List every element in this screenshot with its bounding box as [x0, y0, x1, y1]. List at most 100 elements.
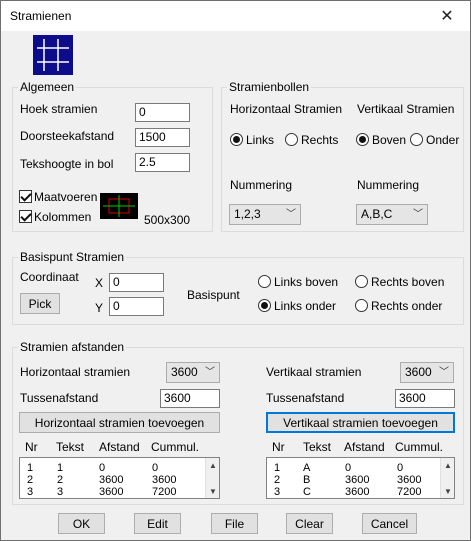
hor-stramien-value: 3600 — [171, 365, 198, 379]
table-row[interactable]: 3 C 3600 7200 — [267, 486, 441, 498]
cell-tekst: 1 — [57, 462, 64, 474]
cell-afstand: 3600 — [99, 474, 124, 486]
y-input[interactable]: 0 — [109, 297, 164, 316]
vert-col-afstand: Afstand — [344, 440, 385, 454]
boven-radio-label: Boven — [372, 133, 407, 147]
cell-tekst: 2 — [57, 474, 64, 486]
afstanden-title: Stramien afstanden — [18, 340, 127, 354]
scroll-up-icon[interactable]: ▲ — [206, 459, 219, 471]
cell-cummul: 0 — [152, 462, 159, 474]
close-button[interactable]: ✕ — [424, 1, 470, 31]
hor-tussen-label: Tussenafstand — [20, 391, 99, 405]
links-boven-label: Links boven — [274, 275, 339, 289]
scroll-down-icon[interactable]: ▼ — [206, 485, 219, 497]
links-onder-label: Links onder — [274, 299, 337, 313]
stramienbollen-title: Stramienbollen — [227, 80, 312, 94]
cell-cummul: 7200 — [397, 486, 422, 498]
chevron-down-icon: ﹀ — [205, 367, 215, 378]
cell-nr: 3 — [27, 486, 34, 498]
hor-tussen-input[interactable]: 3600 — [160, 389, 220, 408]
cell-nr: 1 — [274, 462, 281, 474]
chevron-down-icon: ﹀ — [413, 209, 423, 220]
rechts-boven-radio[interactable] — [355, 275, 368, 288]
vert-stramien-select[interactable]: 3600 ﹀ — [400, 362, 454, 383]
vert-col-nr: Nr — [272, 440, 285, 454]
cell-cummul: 3600 — [397, 474, 422, 486]
cell-cummul: 7200 — [152, 486, 177, 498]
vert-add-button[interactable]: Vertikaal stramien toevoegen — [266, 412, 455, 433]
title-bar: Stramienen ✕ — [1, 1, 470, 31]
hor-stramien-select[interactable]: 3600 ﹀ — [166, 362, 220, 383]
table-row[interactable]: 1 1 0 0 — [20, 462, 206, 474]
doorsteek-input[interactable]: 1500 — [135, 128, 190, 147]
chevron-down-icon: ﹀ — [286, 209, 296, 220]
kolommen-checkbox[interactable] — [19, 210, 32, 223]
rechts-boven-label: Rechts boven — [371, 275, 445, 289]
links-radio-label: Links — [246, 133, 275, 147]
basispunt-label: Basispunt — [187, 288, 240, 302]
scroll-up-icon[interactable]: ▲ — [441, 459, 454, 471]
scroll-down-icon[interactable]: ▼ — [441, 485, 454, 497]
edit-button[interactable]: Edit — [134, 513, 181, 534]
nummering-v-label: Nummering — [357, 178, 420, 192]
nummering-v-value: A,B,C — [361, 207, 393, 221]
maatvoeren-checkbox[interactable] — [19, 190, 32, 203]
coordinaat-label: Coordinaat — [20, 270, 79, 284]
nummering-h-value: 1,2,3 — [234, 207, 261, 221]
x-label: X — [95, 276, 104, 290]
rechts-onder-label: Rechts onder — [371, 299, 443, 313]
links-radio[interactable] — [230, 133, 243, 146]
file-button[interactable]: File — [211, 513, 258, 534]
cell-afstand: 0 — [99, 462, 106, 474]
hor-stramien-list[interactable]: 1 1 0 0 2 2 3600 3600 3 3 3600 7200 ▲ ▼ — [19, 457, 220, 499]
doorsteek-label: Doorsteekafstand — [20, 129, 115, 143]
basispunt-title: Basispunt Stramien — [18, 250, 127, 264]
tekshoogte-input[interactable]: 2.5 — [135, 153, 190, 172]
hor-list-scrollbar[interactable]: ▲ ▼ — [205, 458, 219, 498]
rechts-radio[interactable] — [285, 133, 298, 146]
hor-add-button[interactable]: Horizontaal stramien toevoegen — [19, 412, 220, 433]
ok-button[interactable]: OK — [58, 513, 105, 534]
table-row[interactable]: 2 2 3600 3600 — [20, 474, 206, 486]
cell-cummul: 3600 — [152, 474, 177, 486]
cancel-button[interactable]: Cancel — [362, 513, 417, 534]
hoek-label: Hoek stramien — [20, 102, 98, 116]
cell-afstand: 3600 — [345, 486, 370, 498]
cell-tekst: B — [303, 474, 311, 486]
cell-tekst: 3 — [57, 486, 64, 498]
nummering-h-select[interactable]: 1,2,3 ﹀ — [229, 204, 301, 225]
hor-col-cummul: Cummul. — [151, 440, 200, 454]
table-row[interactable]: 1 A 0 0 — [267, 462, 441, 474]
x-input[interactable]: 0 — [109, 273, 164, 292]
vertikaal-stramien-label: Vertikaal Stramien — [357, 102, 455, 116]
hor-stramien-label: Horizontaal stramien — [20, 365, 131, 379]
vert-tussen-input[interactable]: 3600 — [395, 389, 455, 408]
pick-button[interactable]: Pick — [20, 293, 60, 314]
links-boven-radio[interactable] — [258, 275, 271, 288]
cell-afstand: 3600 — [99, 486, 124, 498]
table-row[interactable]: 3 3 3600 7200 — [20, 486, 206, 498]
rechts-onder-radio[interactable] — [355, 299, 368, 312]
vert-tussen-label: Tussenafstand — [266, 391, 345, 405]
kolommen-label: Kolommen — [34, 210, 92, 224]
vert-stramien-list[interactable]: 1 A 0 0 2 B 3600 3600 3 C 3600 7200 ▲ ▼ — [266, 457, 455, 499]
rechts-radio-label: Rechts — [301, 133, 339, 147]
cell-nr: 1 — [27, 462, 34, 474]
cell-cummul: 0 — [397, 462, 404, 474]
links-onder-radio[interactable] — [258, 299, 271, 312]
onder-radio-label: Onder — [426, 133, 460, 147]
y-label: Y — [95, 301, 104, 315]
boven-radio[interactable] — [356, 133, 369, 146]
column-preview-icon — [100, 193, 138, 219]
hor-col-afstand: Afstand — [99, 440, 140, 454]
table-row[interactable]: 2 B 3600 3600 — [267, 474, 441, 486]
window-title: Stramienen — [10, 9, 72, 23]
onder-radio[interactable] — [410, 133, 423, 146]
vert-list-scrollbar[interactable]: ▲ ▼ — [440, 458, 454, 498]
kolom-size-text: 500x300 — [144, 213, 191, 227]
tekshoogte-label: Tekshoogte in bol — [20, 157, 114, 171]
clear-button[interactable]: Clear — [286, 513, 333, 534]
algemeen-title: Algemeen — [18, 80, 77, 94]
hoek-input[interactable]: 0 — [135, 103, 190, 122]
nummering-v-select[interactable]: A,B,C ﹀ — [356, 204, 428, 225]
